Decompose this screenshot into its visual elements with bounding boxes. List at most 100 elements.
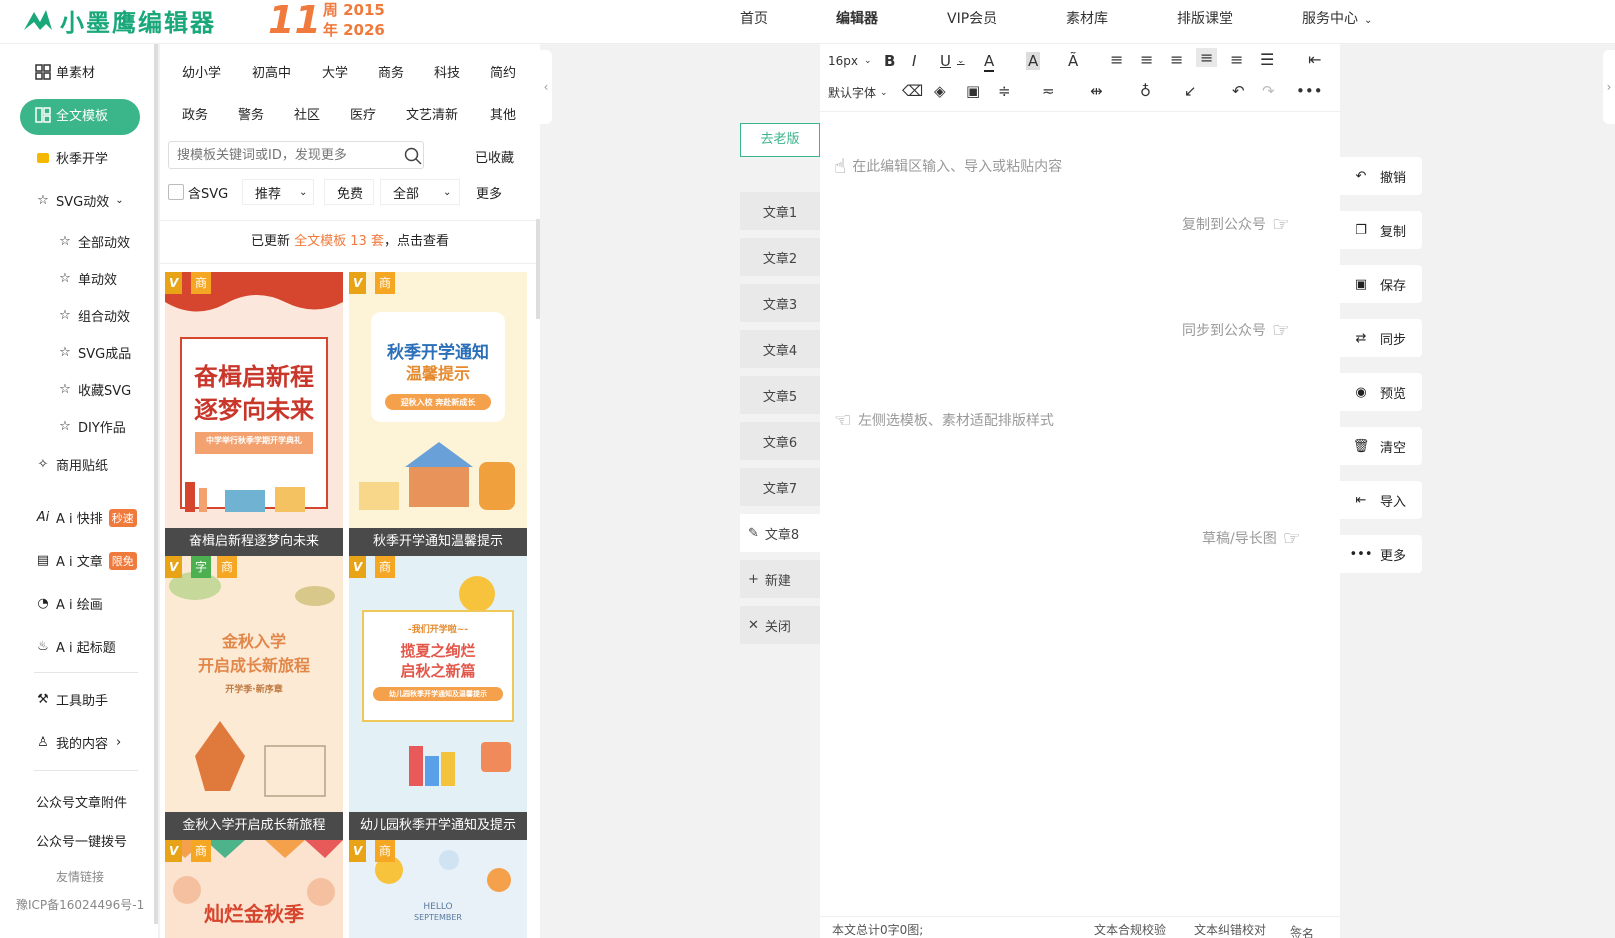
text-effect-icon[interactable]: Ã (1068, 52, 1078, 70)
icp-number[interactable]: 豫ICP备16024496号-1 (16, 896, 144, 913)
arrow-icon[interactable]: ↙ (1184, 82, 1197, 100)
article-tab-1[interactable]: 文章1 (740, 192, 820, 230)
sidebar-item-single-material[interactable]: 单素材 (34, 62, 95, 81)
category-tab[interactable]: 大学 (322, 62, 348, 81)
template-card[interactable]: 秋季开学通知 温馨提示 迎秋入校 奔赴新成长 V 商 秋季开学通知温馨提示 (349, 272, 527, 556)
align-left-icon[interactable]: ≡ (1110, 50, 1123, 69)
category-tab[interactable]: 商务 (378, 62, 404, 81)
category-tab[interactable]: 幼小学 (182, 62, 221, 81)
clear-button[interactable]: 🗑 清空 (1340, 427, 1422, 465)
category-tab[interactable]: 文艺清新 (406, 104, 458, 123)
undo-icon[interactable]: ↶ (1232, 82, 1245, 100)
nav-home[interactable]: 首页 (740, 8, 768, 28)
sidebar-item-tools[interactable]: ⚒ 工具助手 (34, 690, 108, 709)
template-card[interactable]: 金秋入学 开启成长新旅程 开学季·新序章 V 字 商 金秋入学开启成长新旅程 (165, 556, 343, 840)
price-filter[interactable]: 免费 (324, 179, 374, 205)
copy-button[interactable]: ❐ 复制 (1340, 211, 1422, 249)
exit-format-icon[interactable]: ⇤ (1308, 50, 1321, 69)
link-one-click-dial[interactable]: 公众号一键拨号 (36, 831, 127, 850)
more-icon[interactable]: ••• (1296, 82, 1323, 100)
editor-input-hint[interactable]: ☝ 在此编辑区输入、导入或粘贴内容 (834, 154, 1062, 178)
category-tab[interactable]: 其他 (490, 104, 516, 123)
template-search-input[interactable] (168, 141, 424, 169)
highlight-color-icon[interactable]: A (1026, 52, 1041, 70)
format-brush-icon[interactable]: ◈ (934, 82, 946, 100)
typo-check-button[interactable]: 文本纠错校对 (1194, 921, 1266, 938)
bold-icon[interactable]: B (884, 52, 895, 70)
sidebar-item-stickers[interactable]: ✧ 商用贴纸 (34, 455, 108, 474)
undo-button[interactable]: ↶ 撤销 (1340, 157, 1422, 195)
update-notice[interactable]: 已更新 全文模板 13 套，点击查看 (160, 220, 540, 264)
article-tab-5[interactable]: 文章5 (740, 376, 820, 414)
sidebar-item-svg-products[interactable]: ☆ SVG成品 (56, 343, 131, 362)
font-color-icon[interactable]: A (984, 52, 995, 72)
link-attachments[interactable]: 公众号文章附件 (36, 792, 127, 811)
more-button[interactable]: ••• 更多 (1340, 535, 1422, 573)
old-version-button[interactable]: 去老版 (740, 123, 820, 157)
sidebar-item-combo-effect[interactable]: ☆ 组合动效 (56, 306, 130, 325)
preview-button[interactable]: ◉ 预览 (1340, 373, 1422, 411)
paragraph-spacing-icon[interactable]: ≑ (998, 82, 1011, 100)
indent-icon[interactable]: ≡ (1230, 50, 1243, 69)
favorites-link[interactable]: 已收藏 (475, 147, 514, 166)
new-article-button[interactable]: + 新建 (740, 560, 820, 598)
article-tab-8[interactable]: ✎ 文章8 (740, 514, 820, 552)
close-article-button[interactable]: ✕ 关闭 (740, 606, 820, 644)
article-tab-4[interactable]: 文章4 (740, 330, 820, 368)
friend-links[interactable]: 友情链接 (56, 868, 104, 885)
nav-editor[interactable]: 编辑器 (836, 8, 878, 28)
logo[interactable]: 小墨鹰编辑器 (20, 2, 216, 38)
category-tab[interactable]: 初高中 (252, 62, 291, 81)
sidebar-scrollbar[interactable] (154, 44, 158, 924)
article-tab-6[interactable]: 文章6 (740, 422, 820, 460)
sidebar-item-ai-article[interactable]: ▤ A i 文章 限免 (34, 551, 137, 570)
category-tab[interactable]: 政务 (182, 104, 208, 123)
sidebar-item-all-effects[interactable]: ☆ 全部动效 (56, 232, 130, 251)
sidebar-item-autumn[interactable]: 秋季开学 (34, 148, 108, 167)
article-tab-7[interactable]: 文章7 (740, 468, 820, 506)
nav-materials[interactable]: 素材库 (1066, 8, 1108, 28)
nav-vip[interactable]: VIP会员 (947, 8, 997, 28)
category-tab[interactable]: 医疗 (350, 104, 376, 123)
category-tab[interactable]: 简约 (490, 62, 516, 81)
article-tab-2[interactable]: 文章2 (740, 238, 820, 276)
category-tab[interactable]: 科技 (434, 62, 460, 81)
sync-button[interactable]: ⇄ 同步 (1340, 319, 1422, 357)
bulb-icon[interactable]: ♁ (1140, 82, 1151, 100)
sidebar-item-fav-svg[interactable]: ☆ 收藏SVG (56, 380, 131, 399)
sidebar-item-my-content[interactable]: ♙ 我的内容 › (34, 733, 121, 752)
sort-select[interactable]: 推荐 ⌄ (242, 179, 314, 205)
align-right-icon[interactable]: ≡ (1170, 50, 1183, 69)
italic-icon[interactable]: I (912, 52, 916, 70)
template-card[interactable]: 奋楫启新程 逐梦向未来 中学举行秋季学期开学典礼 V 商 奋楫启新程逐梦向未来 (165, 272, 343, 556)
nav-service[interactable]: 服务中心 ⌄ (1302, 8, 1372, 28)
sidebar-item-svg-effects[interactable]: ☆ SVG动效 ⌄ (34, 191, 123, 210)
template-card[interactable]: 灿烂金秋季 V 商 (165, 840, 343, 938)
nav-classroom[interactable]: 排版课堂 (1177, 8, 1233, 28)
category-tab[interactable]: 警务 (238, 104, 264, 123)
align-center-icon[interactable]: ≡ (1140, 50, 1153, 69)
compliance-check-button[interactable]: 文本合规校验 (1094, 921, 1166, 938)
more-filters[interactable]: 更多 (464, 179, 514, 205)
scope-select[interactable]: 全部 ⌄ (380, 179, 460, 205)
import-button[interactable]: ⇤ 导入 (1340, 481, 1422, 519)
redo-icon[interactable]: ↷ (1262, 82, 1275, 100)
font-family-select[interactable]: 默认字体 ⌄ (828, 84, 888, 101)
sidebar-item-diy[interactable]: ☆ DIY作品 (56, 417, 126, 436)
sidebar-item-single-effect[interactable]: ☆ 单动效 (56, 269, 117, 288)
underline-icon[interactable]: U ⌄ (940, 52, 965, 70)
search-icon[interactable] (404, 147, 422, 165)
save-button[interactable]: ▣ 保存 (1340, 265, 1422, 303)
collapse-left-panel-button[interactable]: ‹ (540, 50, 552, 124)
sidebar-item-full-template[interactable]: 全文模板 (34, 105, 108, 124)
image-icon[interactable]: ▣ (966, 82, 980, 100)
template-card[interactable]: -我们开学啦~- 揽夏之绚烂 启秋之新篇 幼儿园秋季开学通知及温馨提示 V 商 … (349, 556, 527, 840)
font-size-select[interactable]: 16px ⌄ (828, 54, 872, 68)
sidebar-item-ai-paint[interactable]: ◔ A i 绘画 (34, 594, 102, 613)
collapse-right-panel-button[interactable]: › (1603, 50, 1615, 124)
line-height-icon[interactable]: ☰ (1260, 50, 1274, 69)
sidebar-item-ai-layout[interactable]: Ai A i 快排 秒速 (34, 508, 137, 527)
eraser-icon[interactable]: ⌫ (902, 82, 923, 100)
margin-icon[interactable]: ⇹ (1090, 82, 1103, 100)
letter-spacing-icon[interactable]: ≂ (1042, 82, 1055, 100)
